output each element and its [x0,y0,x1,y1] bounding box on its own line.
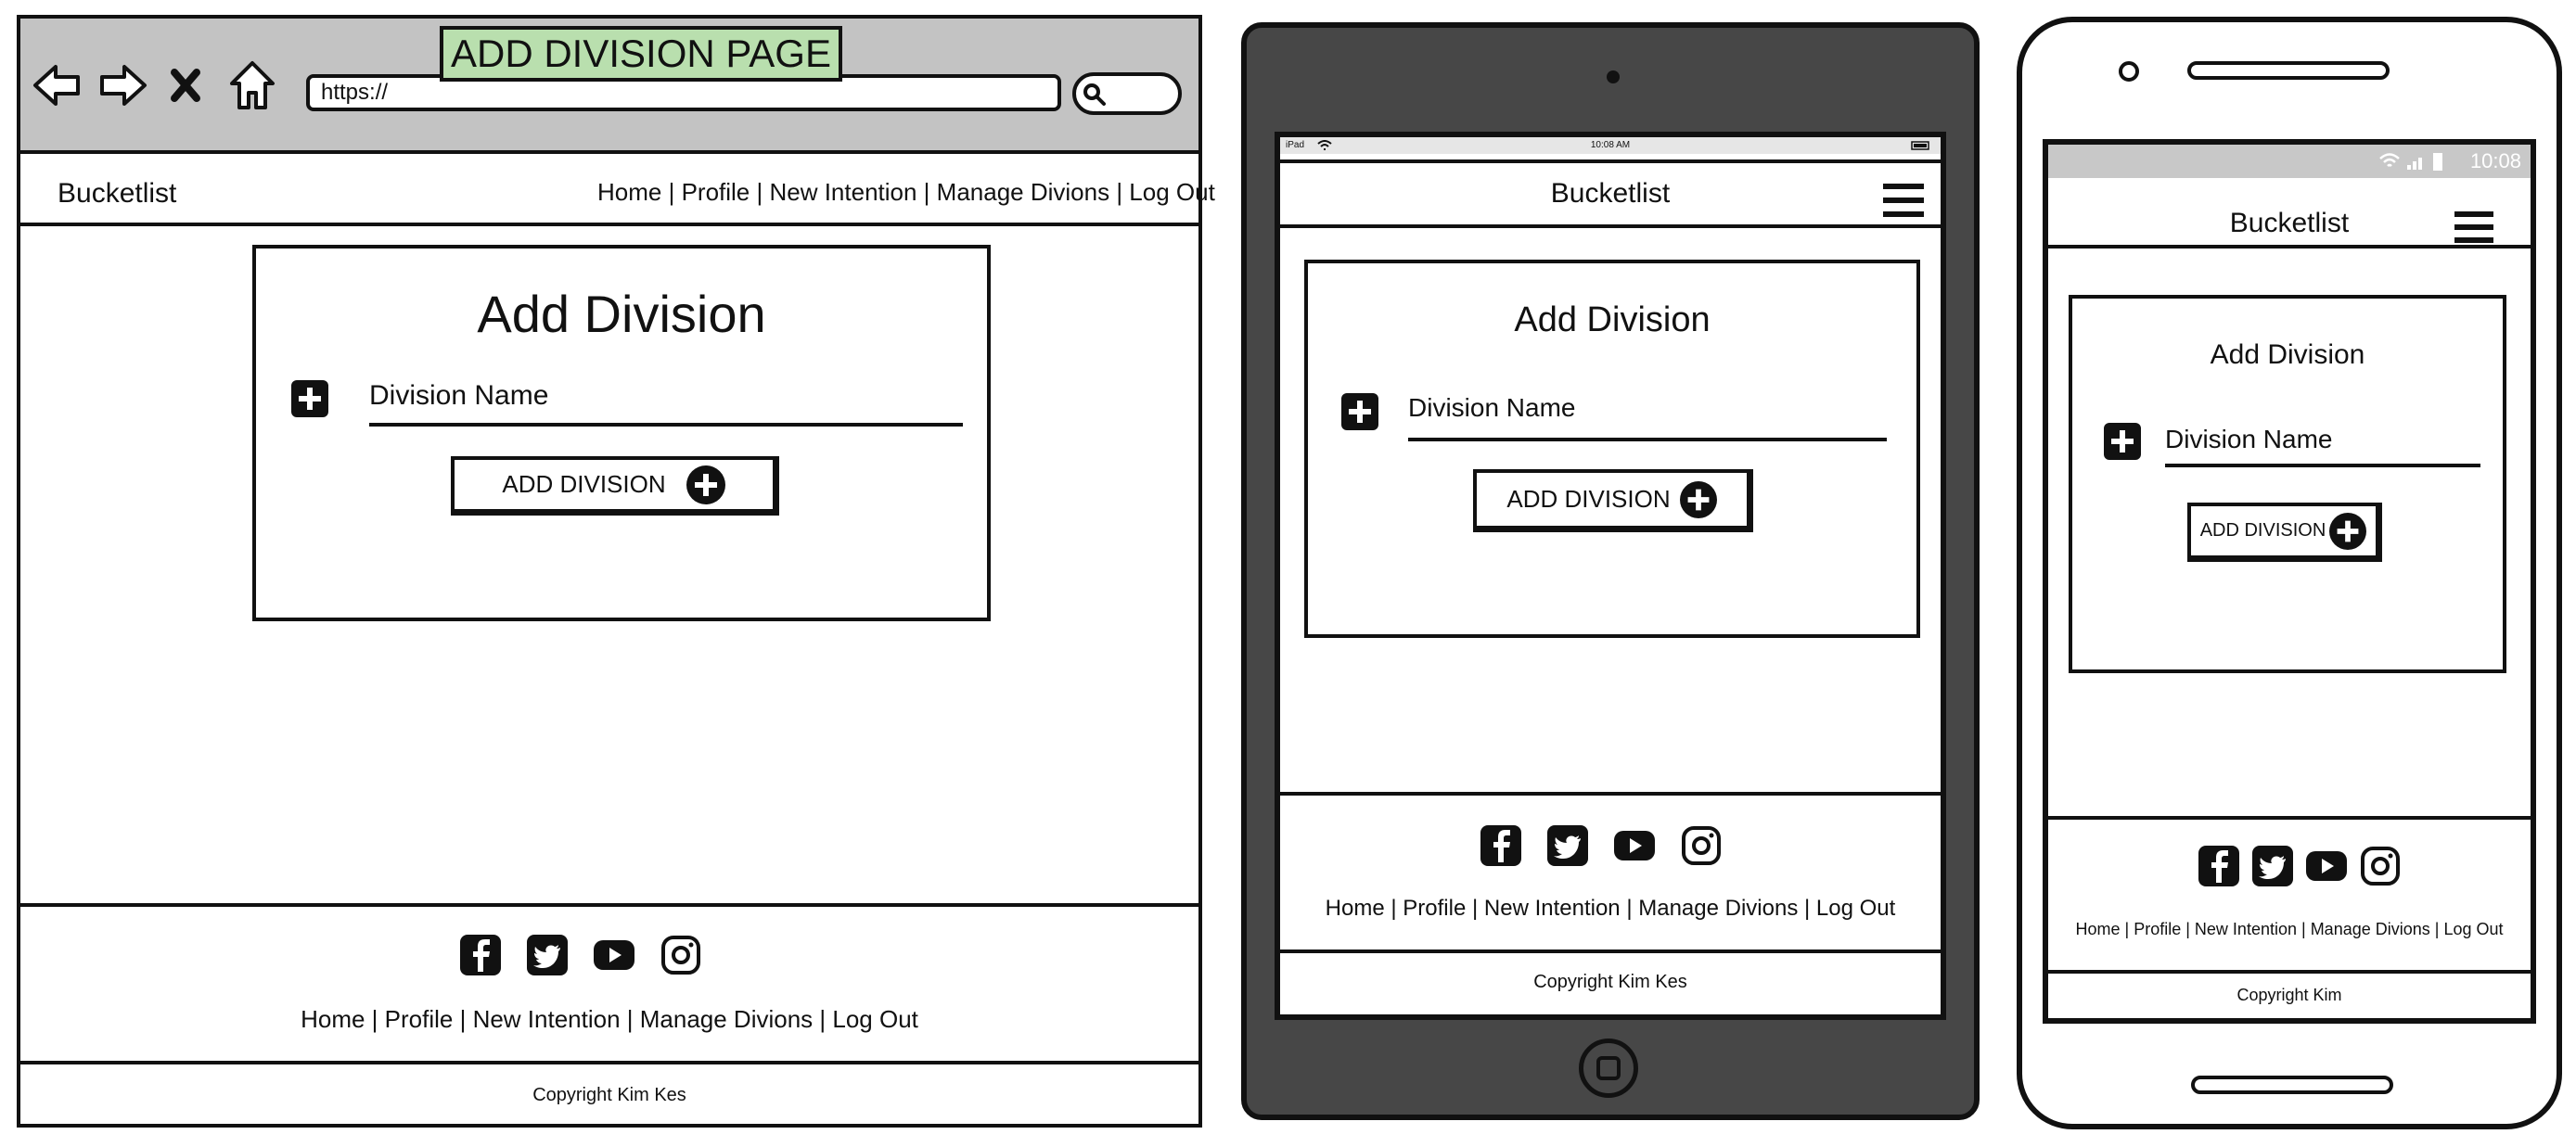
close-icon[interactable] [169,67,202,104]
youtube-icon[interactable] [1614,825,1655,866]
button-label: ADD DIVISION [2199,520,2326,541]
footer-link-manage-divisions[interactable]: Manage Divions [640,1005,813,1034]
front-camera [2119,61,2139,82]
youtube-icon[interactable] [594,935,634,975]
battery-icon [2433,153,2442,171]
tablet-home-button[interactable] [1579,1039,1638,1098]
footer-link-log-out[interactable]: Log Out [832,1005,918,1034]
footer-link-home[interactable]: Home [2076,920,2121,939]
facebook-icon[interactable] [460,935,501,975]
home-button-square [1596,1056,1621,1080]
youtube-icon[interactable] [2306,846,2347,886]
earpiece [2187,61,2390,80]
instagram-icon[interactable] [1681,825,1722,866]
field-underline [369,423,963,427]
main-nav: Home | Profile | New Intention | Manage … [597,178,1215,207]
field-underline [1408,438,1887,441]
home-icon[interactable] [228,59,276,111]
card-title: Add Division [477,285,766,343]
plus-square-icon [2104,423,2141,460]
footer [2048,816,2531,974]
footer-nav: Home | Profile | New Intention | Manage … [301,1005,918,1034]
footer-link-profile[interactable]: Profile [2134,920,2181,939]
nav-link-log-out[interactable]: Log Out [1129,178,1215,207]
footer-link-new-intention[interactable]: New Intention [1484,896,1621,922]
add-division-button[interactable]: ADD DIVISION [1473,469,1753,532]
footer-nav: Home | Profile | New Intention | Manage … [2075,920,2504,939]
social-links [1480,825,1722,866]
footer-link-home[interactable]: Home [1326,896,1385,922]
status-bar: 10:08 [2048,145,2531,178]
instagram-icon[interactable] [660,935,701,975]
phone-wireframe: 10:08 Bucketlist Add Division Division N… [2017,17,2562,1129]
copyright: Copyright Kim [2048,970,2531,1018]
wifi-icon [2379,153,2400,167]
nav-link-home[interactable]: Home [597,178,661,207]
back-arrow-icon[interactable] [32,59,83,111]
plus-square-icon [291,380,328,417]
add-division-button[interactable]: ADD DIVISION [2187,503,2382,562]
footer-link-profile[interactable]: Profile [1403,896,1466,922]
add-division-button[interactable]: ADD DIVISION [451,456,779,516]
forward-arrow-icon[interactable] [96,59,148,111]
facebook-icon[interactable] [2198,846,2239,886]
division-name-field[interactable]: Division Name [369,380,548,412]
footer-link-manage-divisions[interactable]: Manage Divions [2311,920,2430,939]
nav-link-profile[interactable]: Profile [682,178,750,207]
copyright: Copyright Kim Kes [20,1061,1198,1128]
hamburger-menu-icon[interactable] [1883,182,1924,219]
tablet-screen: iPad 10:08 AM Bucketlist Add Division Di… [1275,132,1946,1020]
footer-link-profile[interactable]: Profile [385,1005,454,1034]
footer [20,903,1198,1061]
button-label: ADD DIVISION [502,470,666,498]
button-label: ADD DIVISION [1506,485,1671,513]
battery-icon [1911,141,1929,150]
twitter-icon[interactable] [1547,825,1588,866]
status-bar: iPad 10:08 AM [1280,137,1941,154]
plus-circle-icon [686,465,725,504]
footer-link-home[interactable]: Home [301,1005,365,1034]
card-title: Add Division [2210,339,2365,370]
twitter-icon[interactable] [2252,846,2293,886]
plus-circle-icon [2329,512,2367,550]
nav-link-manage-divisions[interactable]: Manage Divions [937,178,1109,207]
browser-chrome: https:// ADD DIVISION PAGE [20,19,1198,154]
facebook-icon[interactable] [1480,825,1521,866]
division-name-field[interactable]: Division Name [2165,425,2333,454]
front-camera [1607,70,1620,83]
nav-link-new-intention[interactable]: New Intention [769,178,916,207]
footer-link-new-intention[interactable]: New Intention [473,1005,621,1034]
footer-link-log-out[interactable]: Log Out [1816,896,1895,922]
phone-home-bar[interactable] [2191,1076,2393,1094]
footer [1280,792,1941,949]
footer-nav: Home | Profile | New Intention | Manage … [1325,896,1896,922]
card-title: Add Division [1514,300,1711,339]
search-icon [1083,83,1106,106]
brand-logo[interactable]: Bucketlist [58,178,176,210]
brand-logo[interactable]: Bucketlist [1280,178,1941,210]
copyright: Copyright Kim Kes [1280,949,1941,1014]
social-links [2198,846,2401,886]
field-underline [2165,464,2480,467]
status-time: 10:08 [2469,149,2521,172]
status-time: 10:08 AM [1590,140,1631,150]
signal-icon [2407,158,2422,170]
page-title-tag: ADD DIVISION PAGE [440,26,842,82]
plus-circle-icon [1679,480,1717,518]
browser-search-field[interactable] [1072,72,1182,115]
footer-link-manage-divisions[interactable]: Manage Divions [1638,896,1798,922]
plus-square-icon [1341,393,1378,430]
instagram-icon[interactable] [2360,846,2401,886]
social-links [460,935,701,975]
hamburger-menu-icon[interactable] [2454,210,2493,245]
tablet-wireframe: iPad 10:08 AM Bucketlist Add Division Di… [1241,22,1980,1120]
desktop-wireframe: https:// ADD DIVISION PAGE Bucketlist Ho… [17,15,1215,1128]
twitter-icon[interactable] [527,935,568,975]
division-name-field[interactable]: Division Name [1408,393,1576,423]
phone-screen: 10:08 Bucketlist Add Division Division N… [2043,139,2536,1024]
footer-link-log-out[interactable]: Log Out [2443,920,2503,939]
footer-link-new-intention[interactable]: New Intention [2195,920,2297,939]
